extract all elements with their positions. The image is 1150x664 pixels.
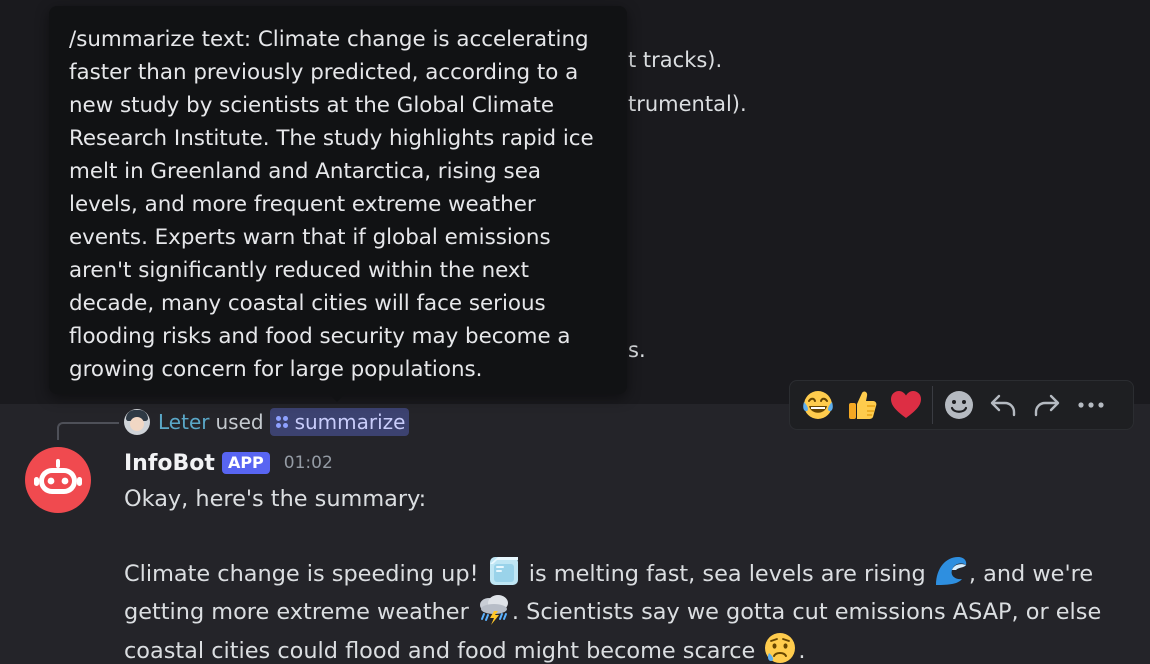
reply-icon [990,394,1016,417]
message-content: Okay, here's the summary: Climate change… [124,482,1134,664]
chat-view: t tracks). trumental). s. /summarize tex… [0,0,1150,664]
message-actions-toolbar [789,380,1134,430]
add-reaction-button[interactable] [937,384,981,426]
reply-used-label: used [215,410,264,434]
forward-icon [1034,394,1060,417]
reaction-thumbs-up-button[interactable] [840,384,884,426]
reply-button[interactable] [981,384,1025,426]
reaction-heart-button[interactable] [884,384,928,426]
slash-command-icon [275,415,289,429]
reaction-joy-button[interactable] [796,384,840,426]
storm-cloud-icon [479,595,508,625]
author-name[interactable]: InfoBot [124,451,215,476]
app-badge: APP [221,452,270,474]
tooltip-arrow [329,394,345,402]
previous-message-fragment: s. [628,338,646,362]
bot-avatar[interactable] [25,447,91,513]
command-tooltip: /summarize text: Climate change is accel… [49,6,627,394]
previous-message-fragment: trumental). [628,92,747,116]
previous-message-fragment: t tracks). [628,48,723,72]
message-intro: Okay, here's the summary: [124,486,427,512]
robot-icon [34,459,82,494]
heart-emoji-icon [891,391,921,418]
add-reaction-icon [945,391,973,419]
tooltip-text: /summarize text: Climate change is accel… [69,27,594,382]
thumbs-up-emoji-icon [849,391,877,419]
wave-icon [935,556,967,585]
ice-cube-icon [489,556,518,585]
forward-button[interactable] [1025,384,1069,426]
command-name: summarize [294,410,406,434]
command-pill[interactable]: summarize [269,408,410,436]
message-paragraph: Climate change is speeding up! is meltin… [124,554,1134,664]
reply-username[interactable]: Leter [158,410,209,434]
user-avatar[interactable] [124,409,150,435]
command-usage-line: Leter used summarize [124,408,410,436]
more-options-button[interactable] [1069,384,1113,426]
sad-face-icon [765,632,796,663]
reply-spine [57,422,119,440]
more-icon [1078,402,1104,408]
message-header: InfoBot APP 01:02 [124,448,333,478]
message-timestamp[interactable]: 01:02 [284,453,333,473]
toolbar-separator [932,386,933,424]
joy-emoji-icon [803,391,833,419]
